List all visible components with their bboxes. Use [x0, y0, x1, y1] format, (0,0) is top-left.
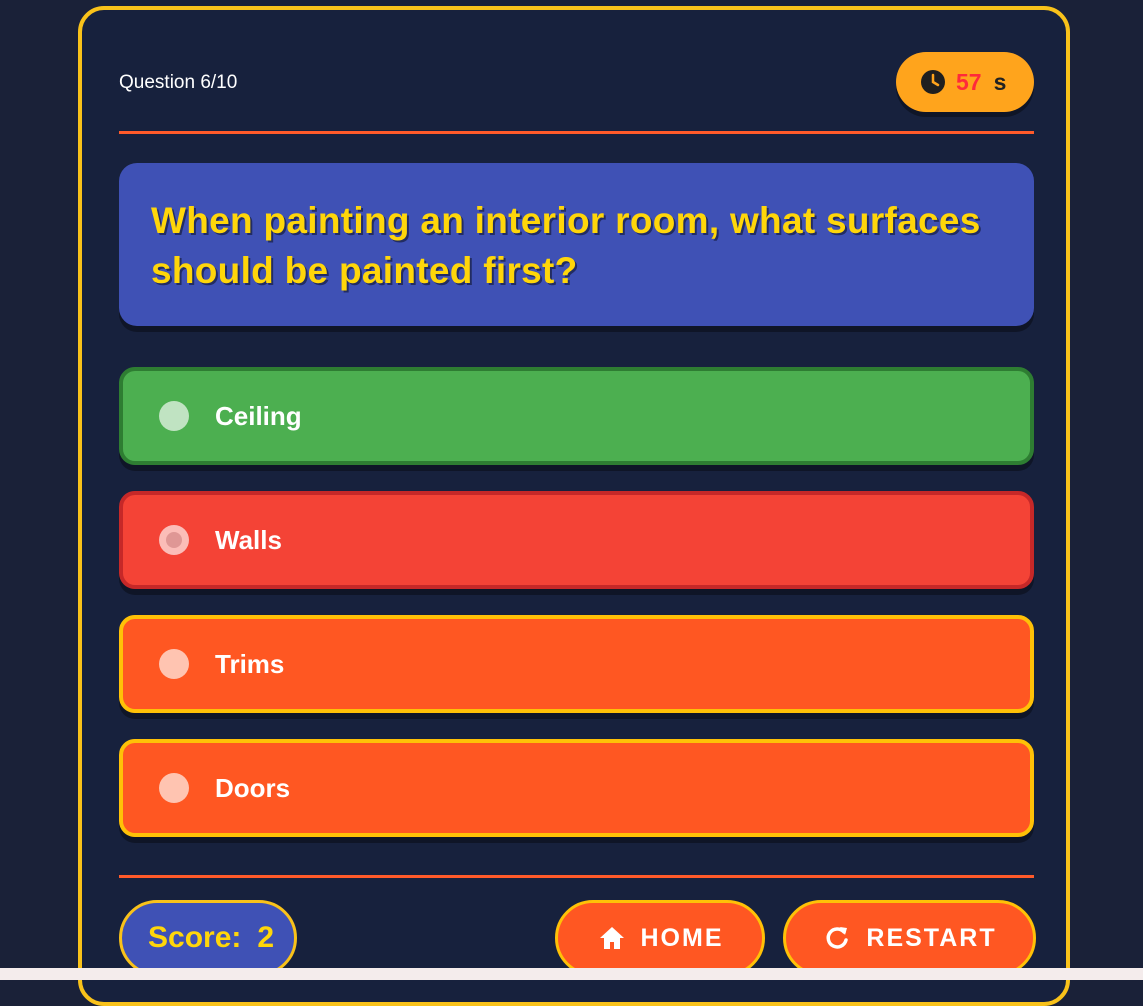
- answer-label: Ceiling: [215, 400, 302, 431]
- question-text: When painting an interior room, what sur…: [151, 200, 981, 291]
- home-icon: [599, 927, 624, 949]
- radio-indicator[interactable]: [159, 525, 189, 555]
- browser-bottom-strip: [0, 968, 1143, 980]
- question-box: When painting an interior room, what sur…: [119, 163, 1034, 326]
- restart-label: RESTART: [866, 923, 997, 952]
- timer-seconds: 57: [956, 68, 982, 95]
- radio-indicator[interactable]: [159, 649, 189, 679]
- radio-indicator[interactable]: [159, 401, 189, 431]
- score-badge: Score: 2: [119, 900, 297, 976]
- answer-option-walls[interactable]: Walls: [119, 491, 1034, 589]
- question-counter: Question 6/10: [119, 72, 238, 93]
- answer-label: Doors: [215, 772, 291, 803]
- answer-option-ceiling[interactable]: Ceiling: [119, 367, 1034, 465]
- answer-label: Trims: [215, 648, 285, 679]
- answer-label: Walls: [215, 524, 282, 555]
- answer-option-trims[interactable]: Trims: [119, 615, 1034, 713]
- answer-option-doors[interactable]: Doors: [119, 739, 1034, 837]
- restart-icon: [826, 927, 849, 949]
- quiz-card: Question 6/10 57 s When painting an inte…: [78, 6, 1070, 1006]
- home-label: HOME: [640, 923, 724, 952]
- radio-indicator[interactable]: [159, 773, 189, 803]
- restart-button[interactable]: RESTART: [783, 900, 1036, 976]
- home-button[interactable]: HOME: [555, 900, 765, 976]
- timer-badge: 57 s: [896, 52, 1034, 112]
- score-label: Score:: [148, 921, 242, 954]
- clock-icon: [921, 70, 945, 94]
- header-divider: [119, 131, 1034, 134]
- quiz-header: Question 6/10 57 s: [119, 50, 1034, 116]
- footer-divider: [119, 875, 1034, 878]
- score-value: 2: [257, 921, 275, 954]
- timer-unit: s: [993, 68, 1007, 95]
